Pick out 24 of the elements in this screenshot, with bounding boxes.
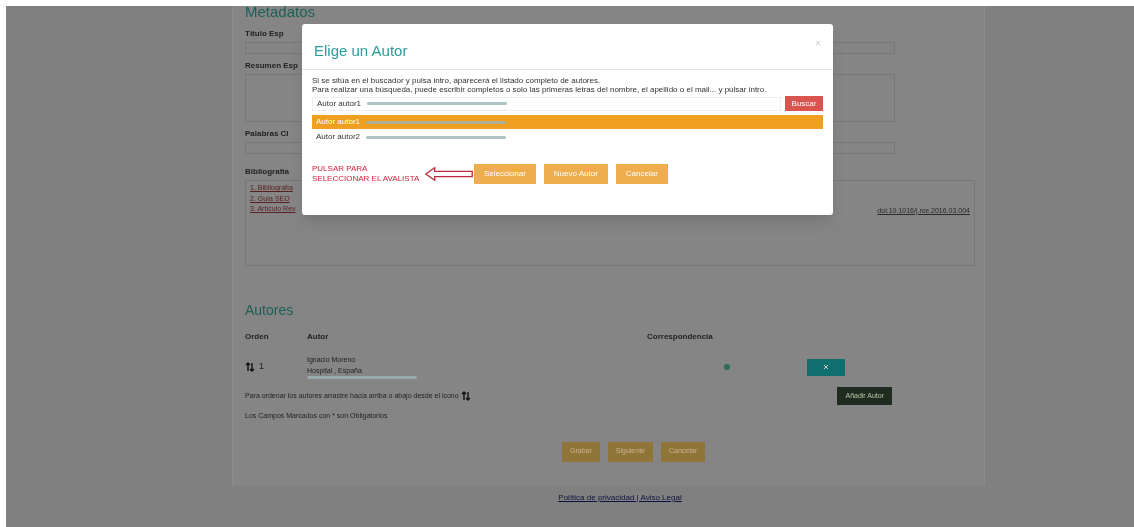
order-number: 1 xyxy=(259,360,264,374)
close-icon xyxy=(823,364,829,370)
field-label: Resumen Esp xyxy=(245,60,298,72)
dialog-button[interactable]: Nuevo Autor xyxy=(543,164,608,184)
column-header: Autor xyxy=(307,331,330,343)
field-label: Título Esp xyxy=(245,28,284,40)
dialog-button[interactable]: Seleccionar xyxy=(474,164,536,184)
sort-icon[interactable] xyxy=(245,362,255,372)
dialog-button[interactable]: Cancelar xyxy=(615,164,668,184)
search-field[interactable]: Autor autor1 xyxy=(312,96,781,111)
sort-icon xyxy=(460,391,471,401)
left-arrow-icon xyxy=(424,166,474,182)
help-text: Si se sitúa en el buscador y pulsa intro, aparecerá el listado completo de autores. xyxy=(312,76,602,85)
column-header: Orden xyxy=(245,331,270,343)
field-label: Palabras Cl xyxy=(245,128,289,140)
help-text: Para realizar una búsqueda, puede escribir completos o solo las primeras letras del nombre, el apellido o el mail... y pulsar intro. xyxy=(312,85,768,94)
field-label: Bibliografía xyxy=(245,166,289,178)
section-title: Metadatos xyxy=(245,4,316,20)
footer-link[interactable]: Política de privacidad | Aviso Legal xyxy=(558,492,682,504)
dialog-title: Elige un Autor xyxy=(314,41,408,62)
result-item[interactable]: Autor autor1 xyxy=(312,115,823,129)
search-button[interactable]: Buscar xyxy=(785,96,823,111)
column-header: Correspondencia xyxy=(647,331,713,343)
section-title: Autores xyxy=(245,301,295,320)
